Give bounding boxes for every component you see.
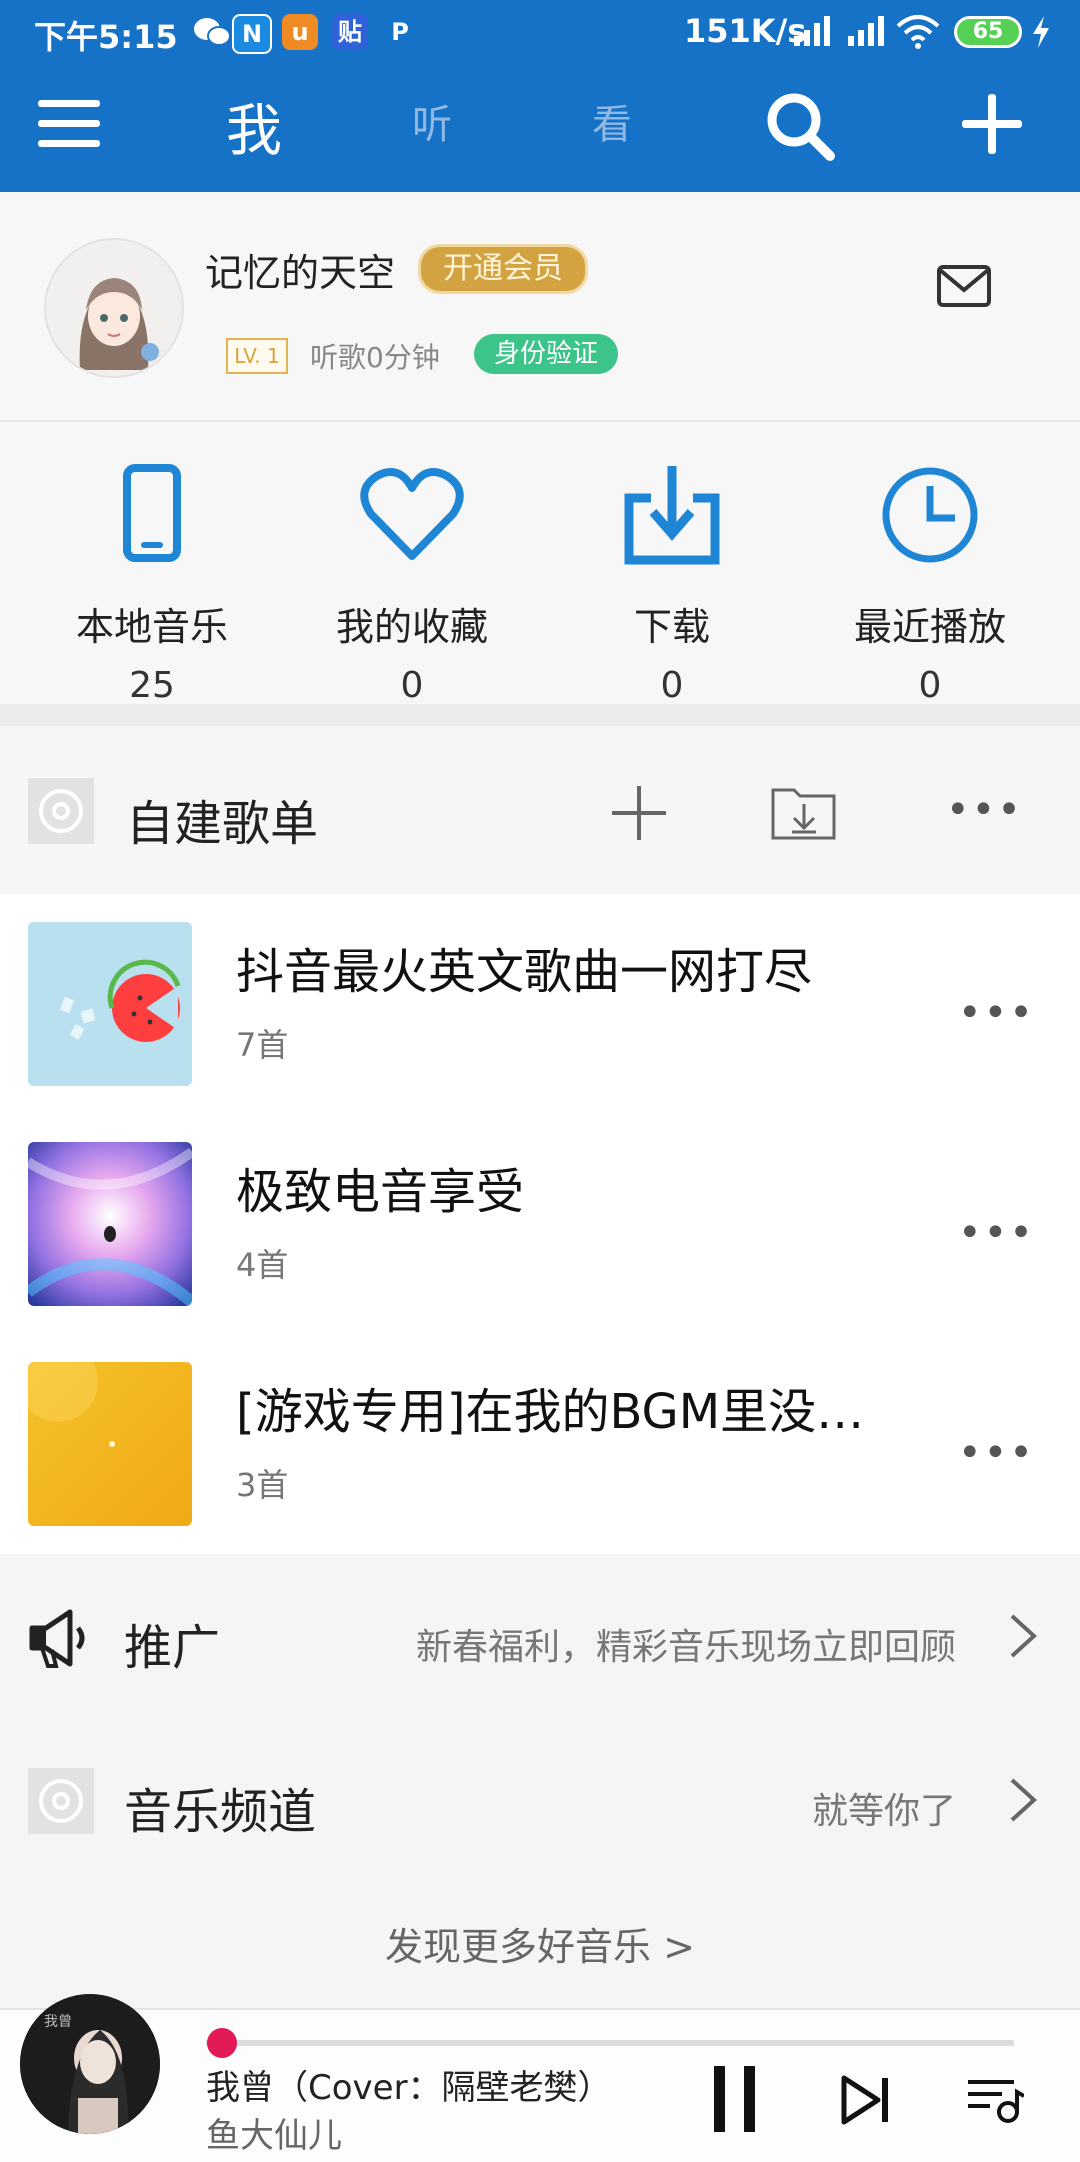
avatar[interactable]	[44, 238, 184, 378]
more-icon[interactable]: •••	[946, 790, 1021, 830]
signal-icon	[786, 14, 832, 48]
entry-label: 下载	[633, 605, 710, 649]
verify-button[interactable]: 身份验证	[474, 334, 619, 374]
disc-icon	[28, 1768, 94, 1834]
progress-bar[interactable]	[206, 2040, 1014, 2046]
status-bar: 下午5:15 N u 贴 P 151K/s 65	[0, 0, 1080, 68]
menu-icon[interactable]	[38, 96, 100, 150]
megaphone-icon	[28, 1606, 92, 1670]
n-app-icon: N	[232, 14, 272, 54]
entry-downloads[interactable]: 下载 0	[542, 460, 802, 706]
signal-icon-2	[840, 14, 886, 48]
list-item[interactable]: [游戏专用]在我的BGM里没… 3首 •••	[0, 1334, 1080, 1554]
download-icon	[617, 460, 727, 570]
uc-icon: u	[282, 14, 318, 50]
charging-icon	[1030, 14, 1052, 50]
level-badge: LV. 1	[226, 338, 288, 374]
listen-time: 听歌0分钟	[310, 341, 440, 374]
pause-icon[interactable]	[712, 2064, 758, 2134]
phone-icon	[97, 460, 207, 570]
playlist-name: 极致电音享受	[236, 1164, 525, 1220]
username[interactable]: 记忆的天空	[205, 242, 395, 297]
create-playlist-icon[interactable]	[610, 784, 668, 842]
playlist-queue-icon[interactable]	[966, 2074, 1025, 2126]
chevron-right-icon	[1006, 1612, 1040, 1660]
next-icon[interactable]	[840, 2074, 892, 2126]
status-time: 下午5:15	[34, 18, 178, 56]
entry-label: 我的收藏	[335, 605, 488, 649]
more-icon[interactable]: •••	[958, 1210, 1035, 1256]
promo-subtitle: 新春福利，精彩音乐现场立即回顾	[415, 1627, 956, 1668]
entry-recent[interactable]: 最近播放 0	[800, 460, 1060, 706]
section-divider	[0, 704, 1080, 726]
more-icon[interactable]: •••	[958, 1430, 1035, 1476]
channel-row[interactable]: 音乐频道 就等你了	[0, 1726, 1080, 1876]
playlist-count: 4首	[236, 1246, 289, 1284]
tab-watch[interactable]: 看	[592, 92, 632, 150]
entry-count: 0	[660, 665, 684, 706]
battery-icon: 65	[954, 16, 1022, 48]
playlist-count: 3首	[236, 1466, 289, 1504]
entry-favorites[interactable]: 我的收藏 0	[282, 460, 542, 706]
entry-count: 0	[400, 665, 424, 706]
tab-listen[interactable]: 听	[412, 92, 452, 150]
artist-name: 鱼大仙儿	[206, 2116, 342, 2156]
list-item[interactable]: 抖音最火英文歌曲一网打尽 7首 •••	[0, 894, 1080, 1114]
mail-icon[interactable]	[936, 264, 992, 308]
more-icon[interactable]: •••	[958, 990, 1035, 1036]
svg-text:我曾: 我曾	[44, 2014, 72, 2030]
channel-subtitle: 就等你了	[811, 1791, 956, 1832]
album-art[interactable]: 我曾	[20, 1994, 160, 2134]
song-title: 我曾（Cover：隔壁老樊）	[206, 2068, 612, 2108]
entry-local-music[interactable]: 本地音乐 25	[22, 460, 282, 706]
vip-button[interactable]: 开通会员	[418, 244, 588, 294]
progress-handle[interactable]	[207, 2028, 238, 2058]
wechat-icon	[192, 16, 232, 48]
promo-row[interactable]: 推广 新春福利，精彩音乐现场立即回顾	[0, 1562, 1080, 1712]
promo-title: 推广	[124, 1620, 221, 1676]
playlist-section-title: 自建歌单	[126, 796, 319, 852]
p-icon: P	[391, 18, 409, 46]
playlist-count: 7首	[236, 1026, 289, 1064]
add-icon[interactable]	[962, 94, 1022, 154]
playlist-name: [游戏专用]在我的BGM里没…	[236, 1384, 865, 1440]
clock-icon	[875, 460, 985, 570]
chevron-right-icon	[1006, 1776, 1040, 1824]
list-item[interactable]: 极致电音享受 4首 •••	[0, 1114, 1080, 1334]
playlist-cover	[28, 1142, 192, 1306]
entry-label: 最近播放	[853, 605, 1006, 649]
playlist-name: 抖音最火英文歌曲一网打尽	[236, 944, 813, 1000]
entry-count: 25	[129, 665, 175, 706]
entry-label: 本地音乐	[75, 605, 228, 649]
tab-me[interactable]: 我	[226, 86, 282, 167]
wifi-icon	[896, 14, 940, 50]
playlist-cover	[28, 1362, 192, 1526]
playlist-cover	[28, 922, 192, 1086]
import-icon[interactable]	[770, 780, 838, 842]
disc-icon	[28, 778, 94, 844]
search-icon[interactable]	[764, 90, 836, 162]
tieba-icon: 贴	[332, 14, 368, 50]
entry-count: 0	[918, 665, 942, 706]
heart-icon	[357, 460, 467, 570]
discover-link[interactable]: 发现更多好音乐 >	[0, 1916, 1080, 1971]
channel-title: 音乐频道	[124, 1784, 317, 1840]
